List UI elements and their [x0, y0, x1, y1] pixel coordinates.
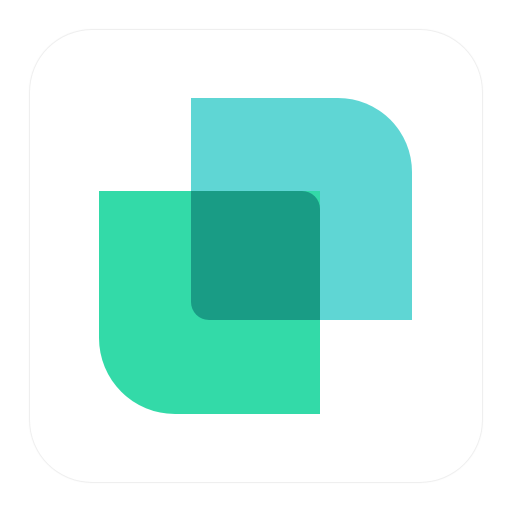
overlapping-squares-logo-icon	[99, 98, 412, 414]
app-icon-canvas	[0, 0, 512, 512]
overlap-shape	[191, 191, 320, 320]
